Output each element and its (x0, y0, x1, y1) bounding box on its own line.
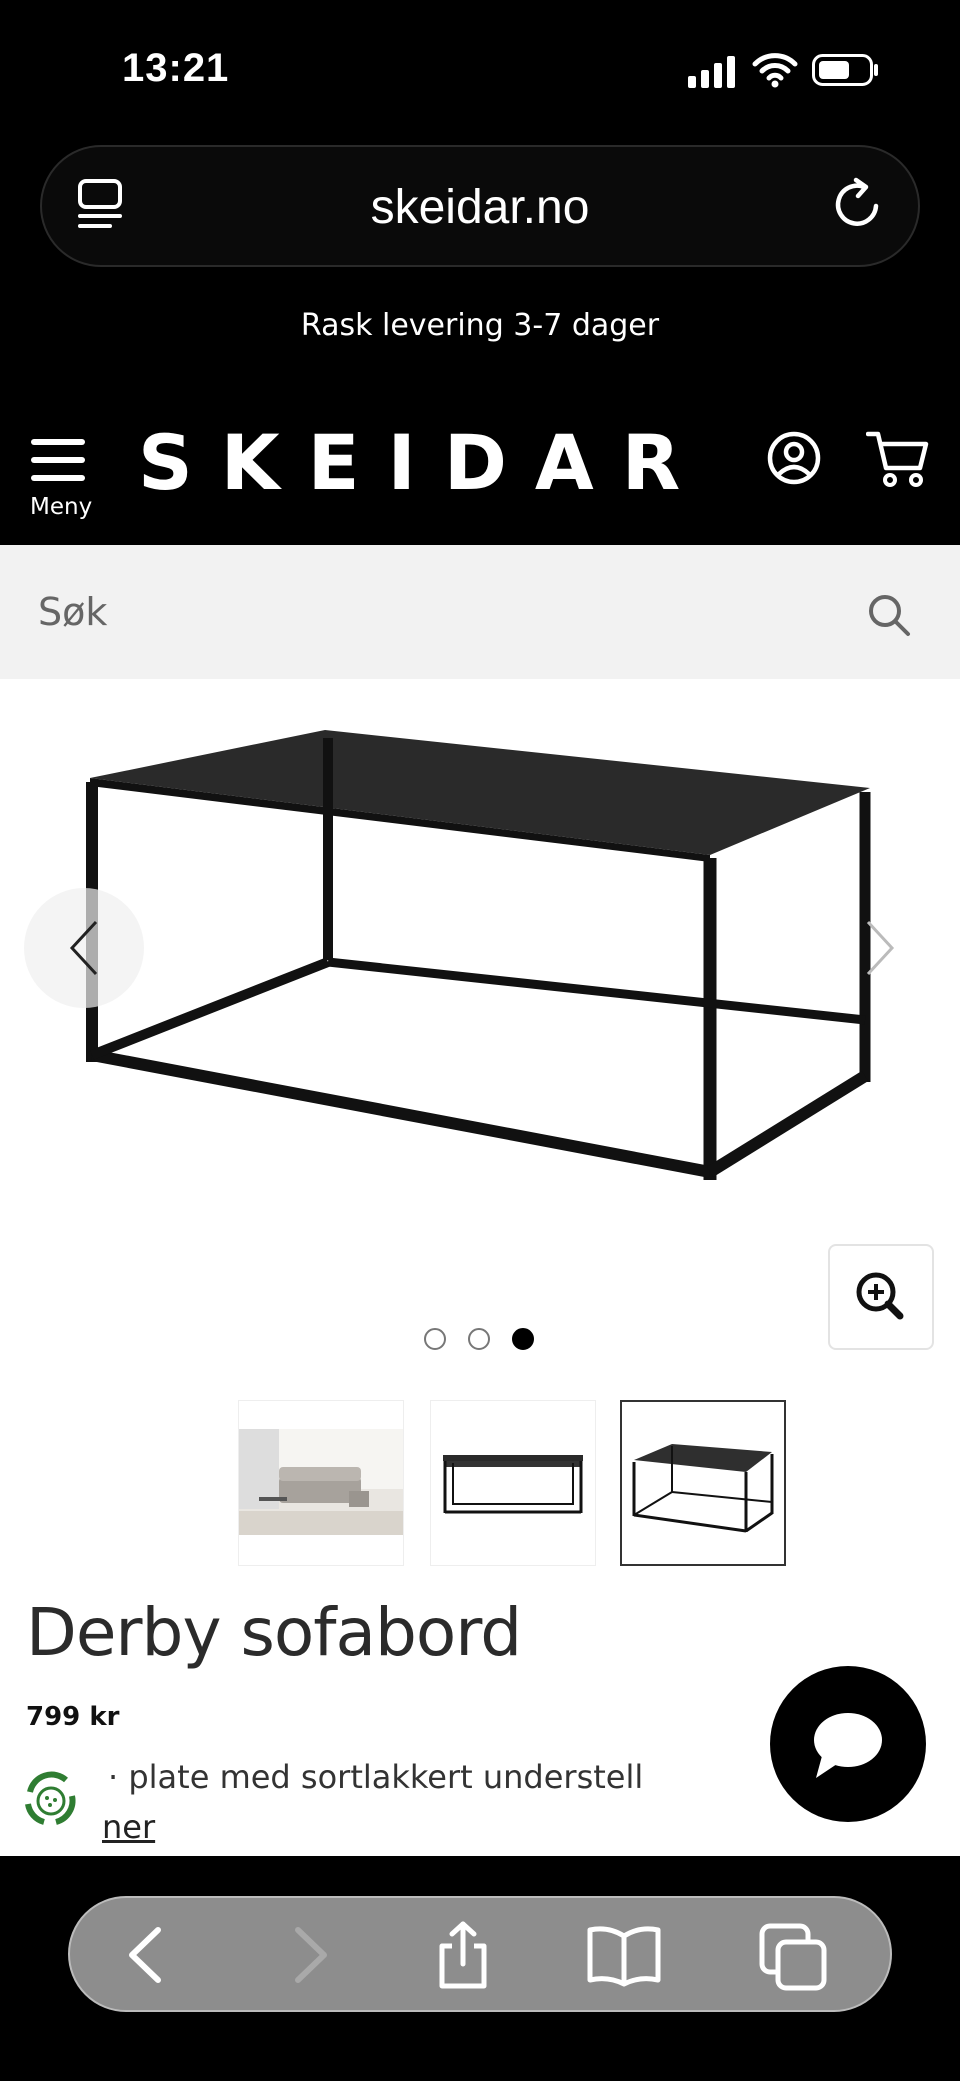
thumbnail-front-view[interactable] (430, 1400, 596, 1566)
bookmarks-icon[interactable] (584, 1920, 664, 1990)
chat-button[interactable] (770, 1666, 926, 1822)
chevron-left-icon (69, 920, 98, 976)
description-link[interactable]: ner (102, 1808, 155, 1846)
gallery-dot[interactable] (424, 1328, 446, 1350)
table-angled-image (632, 1444, 774, 1533)
menu-label[interactable]: Meny (30, 494, 92, 520)
gallery-dot-active[interactable] (512, 1328, 534, 1350)
thumbnail-room-photo[interactable] (238, 1400, 404, 1566)
url-text[interactable]: skeidar.no (0, 180, 960, 235)
zoom-in-icon (856, 1272, 904, 1320)
tabs-icon[interactable] (756, 1920, 832, 1992)
prev-image-button[interactable] (24, 888, 144, 1008)
menu-icon (31, 439, 85, 481)
table-front-image (443, 1455, 583, 1514)
back-icon[interactable] (116, 1920, 176, 1990)
page-menu-icon[interactable] (76, 178, 124, 234)
chevron-right-icon (866, 920, 895, 976)
reload-icon[interactable] (830, 176, 886, 232)
cart-icon[interactable] (866, 428, 930, 488)
promo-text: Rask levering 3-7 dager (300, 308, 660, 343)
product-title: Derby sofabord (26, 1594, 522, 1671)
cellular-signal-icon (688, 56, 735, 88)
search-icon[interactable] (866, 592, 912, 638)
search-input[interactable] (38, 580, 838, 644)
account-icon[interactable] (766, 430, 822, 486)
status-time: 13:21 (122, 46, 230, 90)
gallery-dot[interactable] (468, 1328, 490, 1350)
battery-icon (812, 54, 878, 86)
product-image[interactable] (60, 710, 900, 1210)
forward-icon[interactable] (280, 1920, 340, 1990)
wifi-icon (752, 53, 798, 88)
site-logo[interactable]: SKEIDAR (138, 418, 708, 507)
sofa-room-image (239, 1429, 403, 1535)
next-image-button[interactable] (816, 888, 936, 1008)
product-description: · plate med sortlakkert understell (108, 1758, 644, 1796)
recycle-badge-icon[interactable] (16, 1766, 86, 1836)
thumbnail-angled-view[interactable] (620, 1400, 786, 1566)
zoom-button[interactable] (828, 1244, 934, 1350)
share-icon[interactable] (428, 1920, 498, 1992)
product-price: 799 kr (26, 1702, 120, 1732)
chat-bubble-icon (814, 1713, 882, 1778)
